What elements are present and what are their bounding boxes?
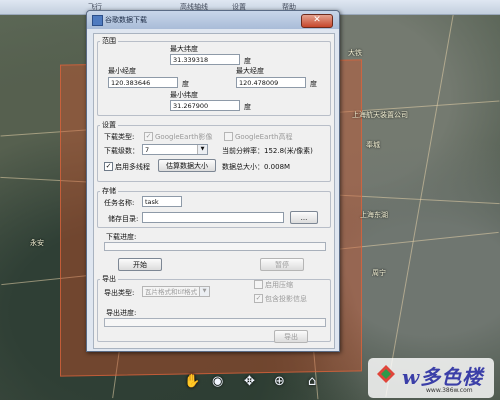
watermark-logo-icon xyxy=(377,365,395,383)
max-lon-label: 最大经度 xyxy=(236,67,264,75)
pause-button[interactable]: 暂停 xyxy=(260,258,304,271)
storage-legend: 存储 xyxy=(102,187,116,195)
globe-icon[interactable]: ◉ xyxy=(212,374,223,389)
export-progress-label: 导出进度: xyxy=(106,309,137,317)
download-level-label: 下载级数： xyxy=(104,147,139,155)
map-label: 大铁 xyxy=(348,49,362,57)
map-label: 周宁 xyxy=(372,269,386,277)
download-progress-bar xyxy=(104,242,326,251)
ge-elevation-checkbox[interactable] xyxy=(224,132,233,141)
chevron-down-icon: ▼ xyxy=(197,145,207,154)
multithread-checkbox[interactable]: ✓ xyxy=(104,162,113,171)
max-lon-unit: 度 xyxy=(310,80,317,88)
export-legend: 导出 xyxy=(102,275,116,283)
max-lon-input[interactable]: 120.478009 xyxy=(236,77,306,88)
chevron-down-icon: ▼ xyxy=(199,287,209,296)
max-lat-unit: 度 xyxy=(244,57,251,65)
start-button[interactable]: 开始 xyxy=(118,258,162,271)
storage-dir-label: 储存目录: xyxy=(108,215,139,223)
dialog-title: 谷歌数据下载 xyxy=(105,16,147,24)
min-lon-label: 最小经度 xyxy=(108,67,136,75)
min-lon-unit: 度 xyxy=(182,80,189,88)
settings-legend: 设置 xyxy=(102,121,116,129)
map-label: 永安 xyxy=(30,239,44,247)
browse-button[interactable]: ... xyxy=(290,211,318,224)
download-progress-label: 下载进度: xyxy=(106,233,137,241)
export-type-label: 导出类型: xyxy=(104,289,135,297)
ge-imagery-checkbox[interactable]: ✓ xyxy=(144,132,153,141)
task-name-input[interactable]: task xyxy=(142,196,182,207)
range-legend: 范围 xyxy=(102,37,116,45)
export-progress-bar xyxy=(104,318,326,327)
dialog-body: 范围 最大纬度 31.339318 度 最小经度 120.383646 度 最大… xyxy=(93,33,335,349)
ge-elevation-label: GoogleEarth高程 xyxy=(235,133,293,141)
export-type-value: 瓦片格式和tif格式 xyxy=(145,288,198,296)
compress-checkbox[interactable] xyxy=(254,280,263,289)
compress-label: 启用压缩 xyxy=(265,281,293,289)
watermark-text: w多色楼 xyxy=(402,365,484,389)
zoom-icon[interactable]: ⊕ xyxy=(274,374,285,389)
download-level-select[interactable]: 7 ▼ xyxy=(142,144,208,155)
task-name-label: 任务名称: xyxy=(104,199,135,207)
ge-imagery-label: GoogleEarth影像 xyxy=(155,133,213,141)
map-label: 上海东湖 xyxy=(360,211,388,219)
dialog-title-bar[interactable]: 谷歌数据下载 ✕ xyxy=(87,11,339,29)
move-arrows-icon[interactable]: ✥ xyxy=(244,374,255,389)
map-label: 奉城 xyxy=(366,141,380,149)
max-lat-label: 最大纬度 xyxy=(170,45,198,53)
export-button[interactable]: 导出 xyxy=(274,330,308,343)
app-icon xyxy=(92,15,103,26)
resolution-label: 当前分辨率：152.8(米/像素) xyxy=(222,147,313,155)
download-type-label: 下载类型: xyxy=(104,133,135,141)
hand-pan-icon[interactable]: ✋ xyxy=(184,374,200,389)
storage-dir-input[interactable] xyxy=(142,212,284,223)
min-lat-label: 最小纬度 xyxy=(170,91,198,99)
max-lat-input[interactable]: 31.339318 xyxy=(170,54,240,65)
projection-label: 包含投影信息 xyxy=(265,295,307,303)
multithread-label: 启用多线程 xyxy=(115,163,150,171)
home-icon[interactable]: ⌂ xyxy=(308,374,316,389)
estimate-size-button[interactable]: 估算数据大小 xyxy=(158,159,216,172)
min-lat-input[interactable]: 31.267900 xyxy=(170,100,240,111)
close-button[interactable]: ✕ xyxy=(301,14,333,28)
download-level-value: 7 xyxy=(145,146,150,154)
min-lat-unit: 度 xyxy=(244,103,251,111)
site-watermark: w多色楼 www.386w.com xyxy=(368,358,494,398)
total-size-label: 数据总大小：0.008M xyxy=(222,163,291,171)
projection-checkbox[interactable]: ✓ xyxy=(254,294,263,303)
watermark-url: www.386w.com xyxy=(426,387,473,394)
map-label: 上海航天装置公司 xyxy=(352,111,408,119)
min-lon-input[interactable]: 120.383646 xyxy=(108,77,178,88)
export-type-select[interactable]: 瓦片格式和tif格式 ▼ xyxy=(142,286,210,297)
google-data-download-dialog: 谷歌数据下载 ✕ 范围 最大纬度 31.339318 度 最小经度 120.38… xyxy=(86,10,340,352)
